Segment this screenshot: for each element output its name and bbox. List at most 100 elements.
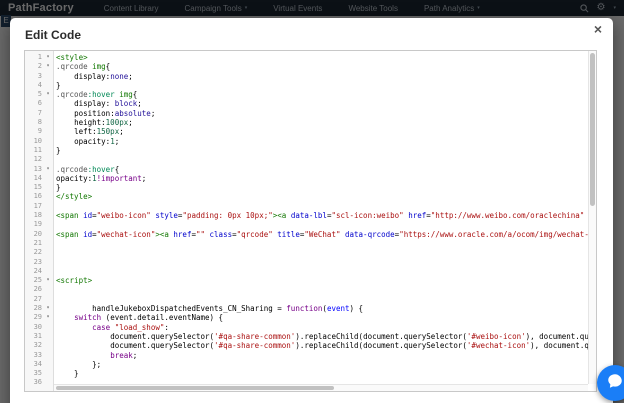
code-token: .qrcode (56, 164, 88, 174)
code-token: break (110, 350, 133, 360)
line-number: 19 (33, 220, 42, 229)
fold-marker-icon[interactable]: ▾ (43, 276, 53, 285)
code-token: ).replaceChild( (295, 331, 364, 341)
fold-marker-icon[interactable]: ▾ (43, 313, 53, 322)
code-token: '#qa-share-common' (214, 341, 296, 351)
code-token: } (56, 183, 61, 193)
fold-marker-icon[interactable]: ▾ (43, 53, 53, 62)
line-number: 28 (33, 304, 42, 313)
fold-gutter (43, 81, 53, 90)
code-token: !important (96, 173, 142, 183)
fold-gutter (43, 351, 53, 360)
code-token: :hover (87, 90, 115, 100)
code-line-text: position:absolute; (53, 109, 596, 118)
code-line: 29 ▾ switch (event.detail.eventName) { (25, 313, 596, 322)
code-line: 3 display:none; (25, 72, 596, 81)
code-token: href (173, 229, 192, 239)
fold-marker-icon[interactable]: ▾ (43, 90, 53, 99)
code-token: none (110, 71, 129, 81)
line-number: 4 (37, 80, 42, 89)
code-token: "qrcode" (236, 229, 273, 239)
code-token: <script> (56, 276, 93, 286)
code-line-text: switch (event.detail.eventName) { (53, 313, 596, 322)
close-icon[interactable]: × (594, 22, 602, 36)
code-line: 1 ▾ <style> (25, 53, 596, 62)
code-token: <span (56, 211, 79, 221)
code-token: "WeChat" (304, 229, 341, 239)
line-number: 26 (33, 285, 42, 294)
code-token: "wechat-icon" (96, 229, 156, 239)
code-token: <span (56, 229, 79, 239)
code-line-text: <span id="weibo-icon" style="padding: 0p… (53, 211, 596, 220)
horizontal-scrollbar[interactable] (54, 384, 588, 391)
code-line-text: .qrcode:hover{ (53, 165, 596, 174)
fold-gutter (43, 285, 53, 294)
fold-marker-icon[interactable]: ▾ (43, 62, 53, 71)
line-number: 27 (33, 294, 42, 303)
fold-gutter (43, 146, 53, 155)
line-number: 14 (33, 173, 42, 182)
code-token: ), (525, 331, 540, 341)
code-line: 7 position:absolute; (25, 109, 596, 118)
code-token: id (83, 211, 93, 221)
code-token: } (56, 369, 79, 379)
code-editor[interactable]: 1 ▾ <style> 2 ▾ .qrcode img{3 display:none; 4}… (24, 50, 597, 392)
horizontal-scrollbar-thumb[interactable] (56, 386, 334, 390)
code-token: position (74, 108, 111, 118)
code-token: absolute (114, 108, 151, 118)
code-token: display (74, 99, 106, 109)
fold-marker-icon[interactable]: ▾ (43, 165, 53, 174)
code-token: ; (114, 136, 120, 146)
fold-gutter (43, 137, 53, 146)
line-number: 21 (33, 238, 42, 247)
code-line-text: case "load_show": (53, 323, 596, 332)
fold-gutter (43, 369, 53, 378)
modal-title: Edit Code (25, 28, 81, 42)
fold-gutter (43, 202, 53, 211)
code-line-text: .qrcode:hover img{ (53, 90, 596, 99)
code-line: 15} (25, 183, 596, 192)
code-token: .qrcode (56, 62, 88, 72)
code-line: 16 </style> (25, 192, 596, 201)
code-token: left (74, 127, 93, 137)
vertical-scrollbar[interactable] (588, 51, 596, 384)
code-token: : (164, 322, 169, 332)
fold-gutter (43, 155, 53, 164)
fold-gutter (43, 127, 53, 136)
code-line-text: <span id="wechat-icon"><a href="" class=… (53, 230, 596, 239)
code-line-text: } (53, 183, 596, 192)
code-token: data-qrcode (345, 229, 395, 239)
code-line: 10 opacity:1; (25, 137, 596, 146)
code-token: "http://www.weibo.com/oraclechina" (430, 211, 585, 221)
code-token: "weibo-icon" (96, 211, 151, 221)
code-token: document (363, 331, 400, 341)
code-token: .querySelector( (399, 331, 467, 341)
code-token: href (408, 211, 427, 221)
line-number: 11 (33, 145, 42, 154)
code-line: 14 opacity:1!important; (25, 174, 596, 183)
code-token: '#qa-share-common' (214, 331, 296, 341)
code-token: "scl-icon:weibo" (331, 211, 404, 221)
code-line: 27 (25, 295, 596, 304)
code-line-text: } (53, 81, 596, 90)
vertical-scrollbar-thumb[interactable] (590, 53, 595, 207)
fold-marker-icon[interactable]: ▾ (43, 304, 53, 313)
code-line-text: <script> (53, 276, 596, 285)
line-number: 10 (33, 136, 42, 145)
fold-gutter (43, 341, 53, 350)
line-number: 16 (33, 192, 42, 201)
line-number: 36 (33, 378, 42, 387)
code-line-text: } (53, 369, 596, 378)
code-token: .querySelector( (146, 331, 215, 341)
code-token: { (105, 62, 111, 72)
line-number: 35 (33, 369, 42, 378)
chat-icon (606, 372, 624, 395)
code-token: ), (530, 341, 544, 351)
code-line: 8 height:100px; (25, 118, 596, 127)
